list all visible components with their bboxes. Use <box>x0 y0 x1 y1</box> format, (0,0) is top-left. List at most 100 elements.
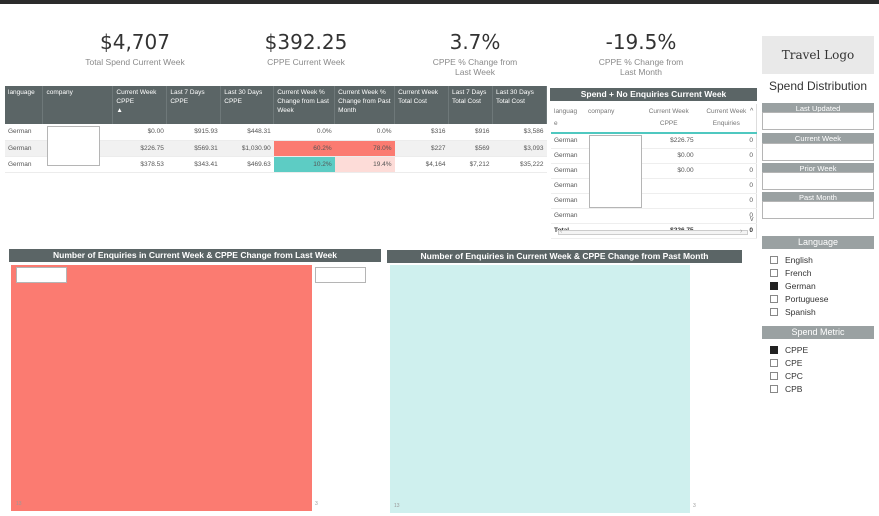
chart-block-past-month[interactable] <box>390 265 690 513</box>
checkbox-checked-icon[interactable] <box>770 281 778 290</box>
cell: 0 <box>696 163 757 179</box>
kpi-label: Total Spend Current Week <box>85 57 185 67</box>
col-header-change-past-month[interactable]: Current Week % Change from Past Month <box>334 86 396 124</box>
language-slicer: English French German Portuguese Spanish <box>770 253 828 318</box>
language-option-french[interactable]: French <box>770 266 828 279</box>
checkbox-icon[interactable] <box>770 384 778 393</box>
chart-label-box <box>16 267 67 283</box>
last-updated-value-box <box>762 112 874 130</box>
cell: $378.53 <box>112 156 167 173</box>
col-header-last-30-days-cppe[interactable]: Last 30 Days CPPE <box>220 86 275 124</box>
chart-title-last-week: Number of Enquiries in Current Week & CP… <box>9 249 381 262</box>
chart-side-label: 3 <box>315 501 318 507</box>
kpi-value: 3.7% <box>449 30 501 54</box>
checkbox-icon[interactable] <box>770 371 778 380</box>
cell: $916 <box>448 124 493 141</box>
cell: 0 <box>696 178 757 194</box>
kpi-label: CPPE % Change from Last Month <box>598 57 684 77</box>
col-header-company[interactable]: company <box>584 104 641 134</box>
cell <box>640 193 697 209</box>
checkbox-checked-icon[interactable] <box>770 345 778 354</box>
cell: 0 <box>696 208 757 224</box>
kpi-value: $4,707 <box>100 30 170 54</box>
cell: $448.31 <box>220 124 274 141</box>
cell: German <box>5 124 43 141</box>
horizontal-scrollbar[interactable] <box>558 230 748 235</box>
table-row[interactable]: German $226.75 0 <box>551 133 757 149</box>
cell: $226.75 <box>640 133 697 149</box>
sort-arrow-icon[interactable]: ▲ <box>116 107 122 114</box>
cell: German <box>551 208 585 224</box>
cell: $469.63 <box>220 156 274 173</box>
cell: $0.00 <box>640 148 697 164</box>
cell: $3,093 <box>492 140 547 157</box>
col-header-change-last-week[interactable]: Current Week % Change from Last Week <box>273 86 336 124</box>
cell <box>584 208 641 224</box>
cell: 0.0% <box>273 124 335 141</box>
cell: $1,030.90 <box>220 140 274 157</box>
cell: $227 <box>394 140 449 157</box>
cell: German <box>551 148 585 164</box>
col-header-last-7-days-cppe[interactable]: Last 7 Days CPPE <box>166 86 222 124</box>
table-row[interactable]: German 0 <box>551 193 757 209</box>
spend-no-enquiries-title: Spend + No Enquiries Current Week <box>550 88 757 101</box>
checkbox-icon[interactable] <box>770 307 778 316</box>
cell: $3,586 <box>492 124 547 141</box>
chart-block-last-week[interactable] <box>11 265 312 511</box>
cell-highlight-red: 78.0% <box>334 140 395 157</box>
cell: $569.31 <box>166 140 221 157</box>
metric-option-cpb[interactable]: CPB <box>770 382 808 395</box>
cell: 0 <box>696 133 757 149</box>
spend-metric-slicer: CPPE CPE CPC CPB <box>770 343 808 395</box>
metric-option-cpc[interactable]: CPC <box>770 369 808 382</box>
kpi-label: CPPE Current Week <box>267 57 345 67</box>
cell: $7,212 <box>448 156 493 173</box>
table-header-row: languag e company Current Week CPPE Curr… <box>551 104 757 134</box>
scroll-left-icon[interactable]: ‹ <box>560 228 562 235</box>
cell: $915.93 <box>166 124 221 141</box>
top-bar <box>0 0 879 4</box>
company-redaction-box <box>589 135 642 208</box>
table-row[interactable]: German $0.00 0 <box>551 163 757 179</box>
col-header-company[interactable]: company <box>42 86 114 124</box>
col-header-last-7-days-cost[interactable]: Last 7 Days Total Cost <box>448 86 493 124</box>
metric-option-cppe[interactable]: CPPE <box>770 343 808 356</box>
language-option-english[interactable]: English <box>770 253 828 266</box>
cell: $343.41 <box>166 156 221 173</box>
kpi-cppe-current-week: $392.25 CPPE Current Week <box>231 30 381 67</box>
language-option-german[interactable]: German <box>770 279 828 292</box>
table-row[interactable]: German $0.00 0 <box>551 148 757 164</box>
table-row[interactable]: German 0 <box>551 178 757 194</box>
cell-highlight-red: 60.2% <box>273 140 335 157</box>
scroll-up-icon[interactable]: ^ <box>750 108 753 115</box>
cell: $226.75 <box>112 140 167 157</box>
language-option-spanish[interactable]: Spanish <box>770 305 828 318</box>
cell: $569 <box>448 140 493 157</box>
cell: 0 <box>696 148 757 164</box>
language-option-portuguese[interactable]: Portuguese <box>770 292 828 305</box>
kpi-value: $392.25 <box>264 30 348 54</box>
kpi-value: -19.5% <box>605 30 677 54</box>
spend-no-enquiries-table[interactable]: languag e company Current Week CPPE Curr… <box>551 104 757 239</box>
col-header-current-week-enquiries[interactable]: Current Week Enquiries <box>696 104 757 134</box>
cell <box>640 178 697 194</box>
col-header-current-week-cppe[interactable]: Current Week CPPE ▲ <box>112 86 168 124</box>
metric-option-cpe[interactable]: CPE <box>770 356 808 369</box>
cell <box>640 208 697 224</box>
col-header-language[interactable]: language <box>5 86 44 124</box>
col-header-current-week-cppe[interactable]: Current Week CPPE <box>640 104 697 134</box>
checkbox-icon[interactable] <box>770 268 778 277</box>
scroll-right-icon[interactable]: › <box>740 228 742 235</box>
checkbox-icon[interactable] <box>770 294 778 303</box>
table-row[interactable]: German 0 <box>551 208 757 224</box>
spend-distribution-title: Spend Distribution <box>768 79 868 93</box>
spend-metric-slicer-header: Spend Metric <box>762 326 874 339</box>
col-header-current-week-cost[interactable]: Current Week Total Cost <box>394 86 450 124</box>
col-header-last-30-days-cost[interactable]: Last 30 Days Total Cost <box>492 86 548 124</box>
col-header-language[interactable]: languag e <box>551 104 585 134</box>
kpi-cppe-change-last-week: 3.7% CPPE % Change from Last Week <box>400 30 550 77</box>
scroll-down-icon[interactable]: v <box>750 216 754 223</box>
cell: German <box>5 156 43 173</box>
checkbox-icon[interactable] <box>770 255 778 264</box>
checkbox-icon[interactable] <box>770 358 778 367</box>
